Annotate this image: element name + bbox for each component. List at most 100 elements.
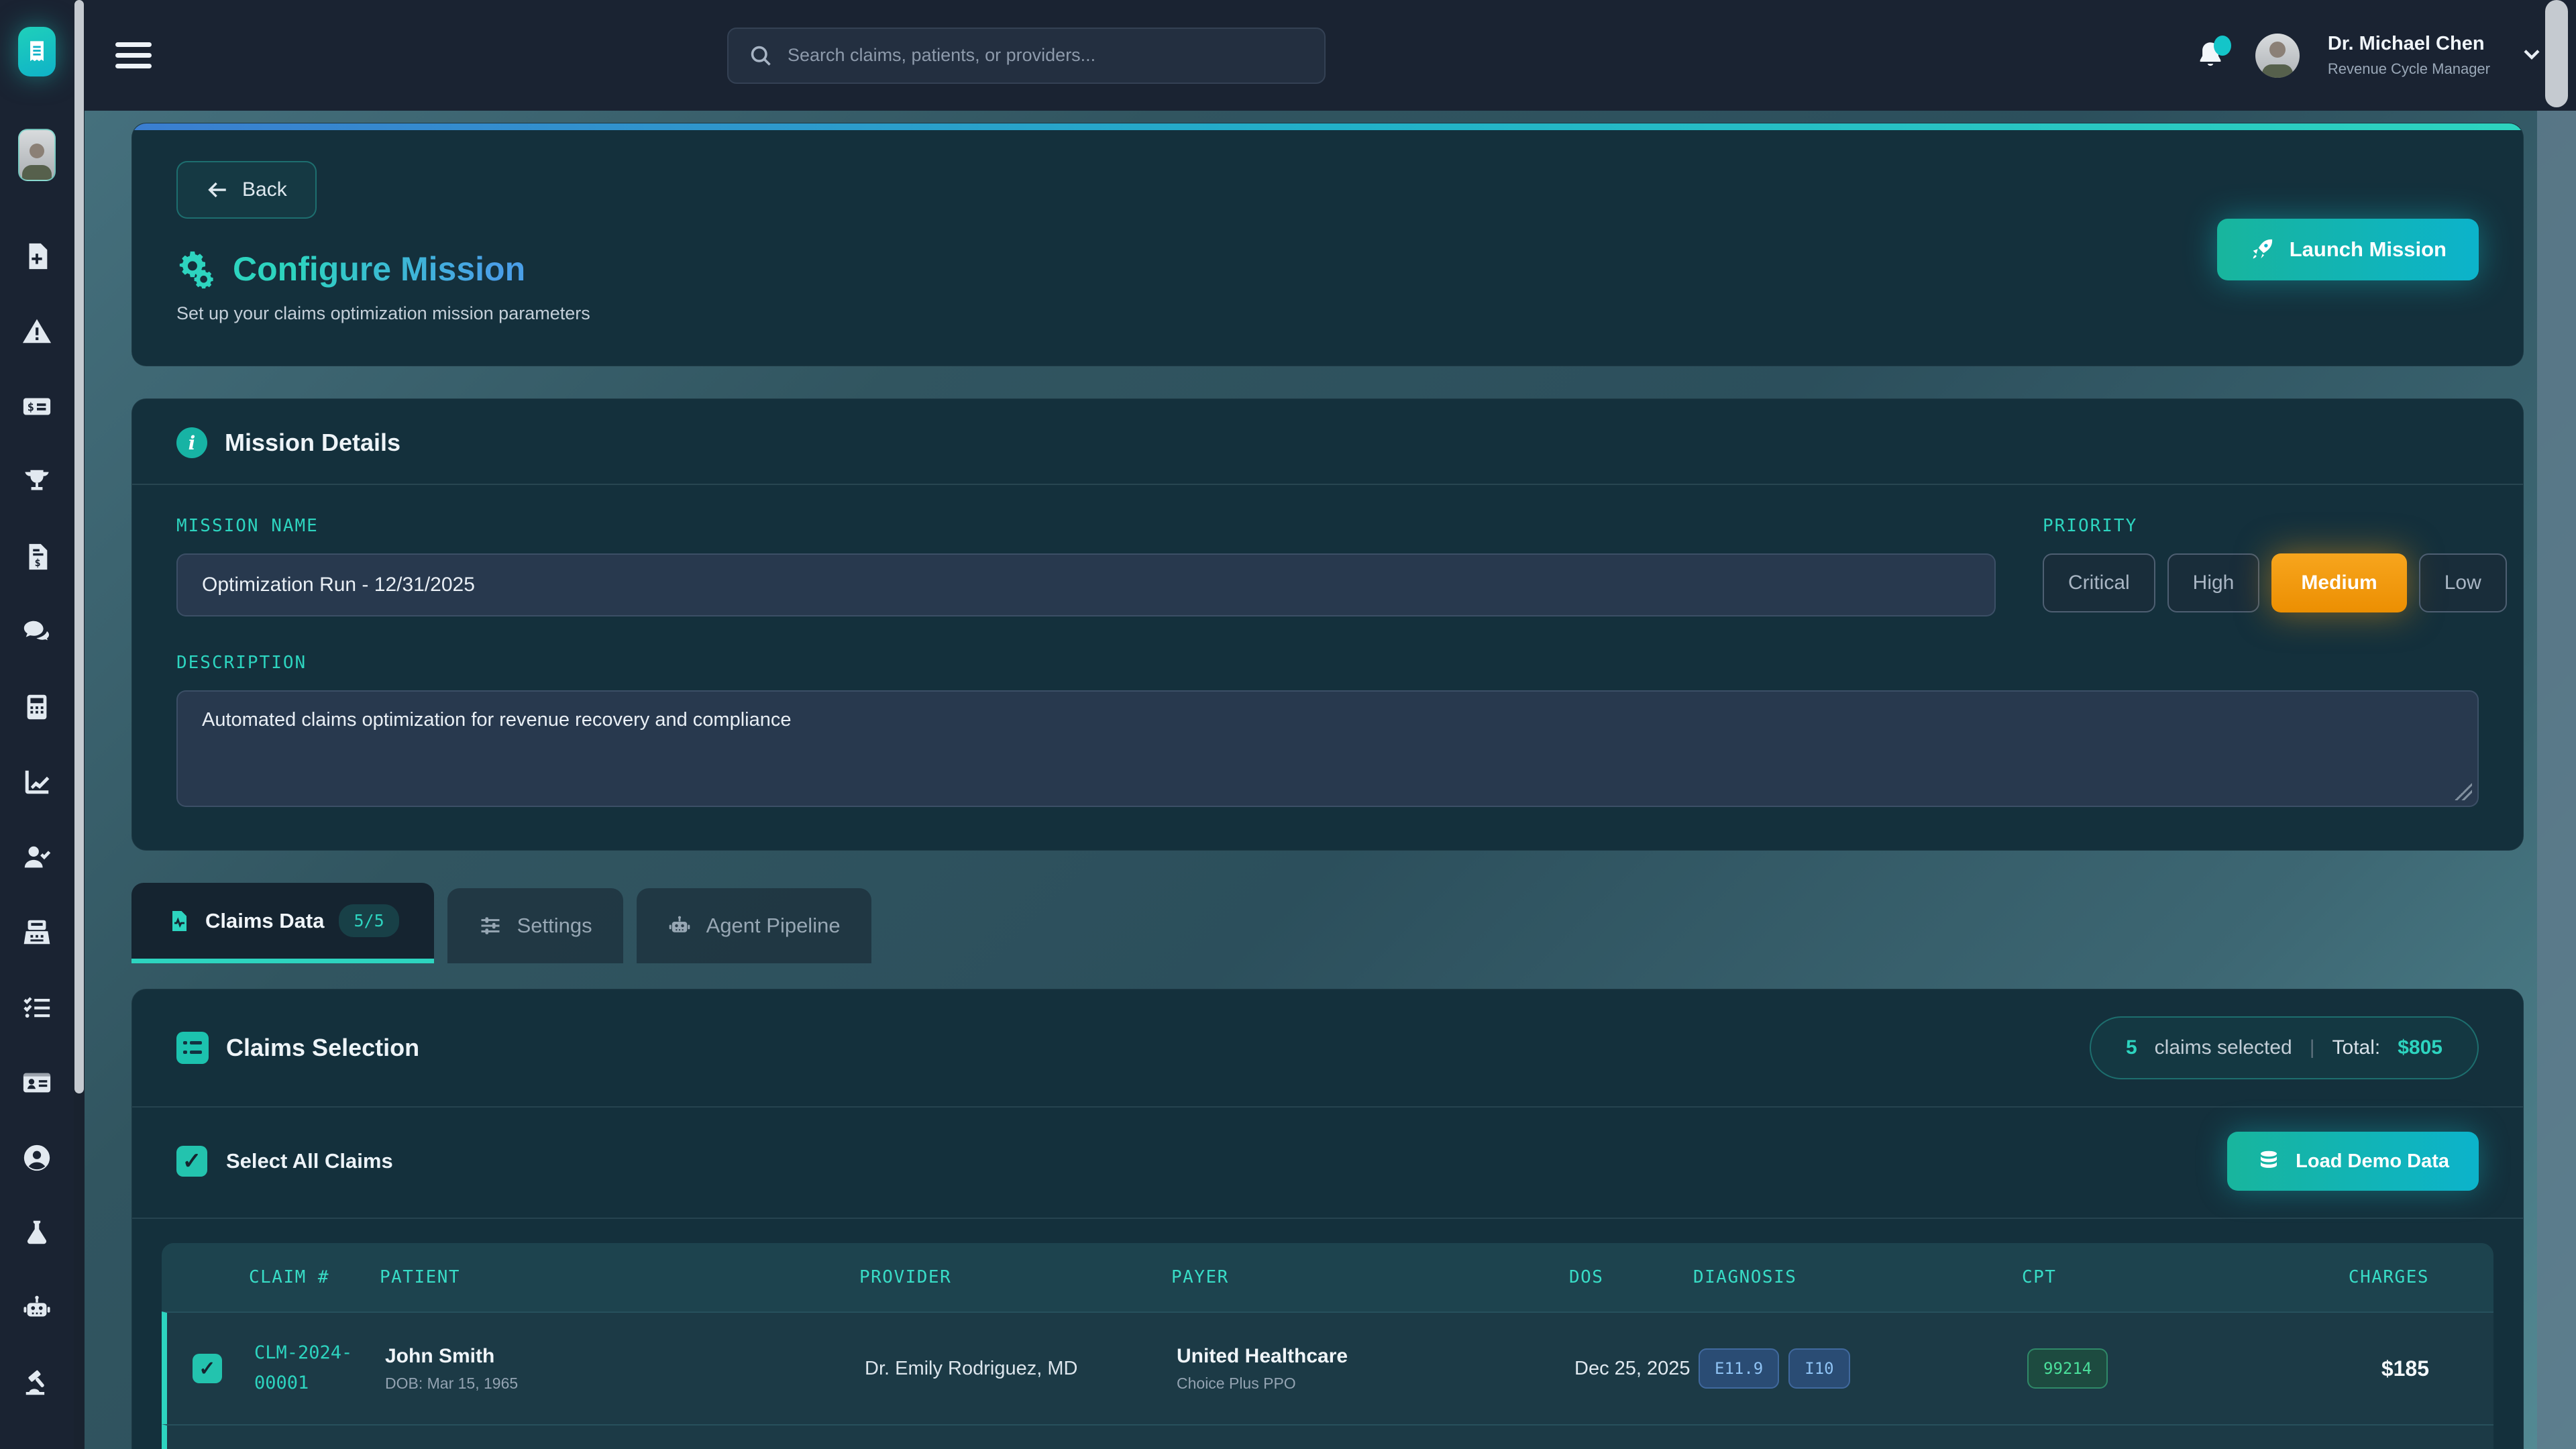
priority-critical-button[interactable]: Critical [2043,553,2155,612]
tab-agent-pipeline[interactable]: Agent Pipeline [637,888,871,963]
gears-icon [176,250,215,288]
sidebar-item-invoices[interactable]: $ [21,541,53,573]
hamburger-menu-icon[interactable] [115,42,152,68]
date-of-service: Dec 25, 2025 [1574,1358,1699,1380]
tab-claims-data[interactable]: Claims Data 5/5 [131,883,434,963]
table-row[interactable]: ✓ CLM-2024- Sarah Johnson Dr. Emily Rodr… [162,1424,2493,1449]
priority-high-button[interactable]: High [2167,553,2260,612]
page-header-card: Back Configure Mission Set up your claim… [131,123,2524,366]
comments-icon [21,616,52,647]
sidebar-item-lab[interactable] [21,1217,53,1249]
col-payer: PAYER [1171,1267,1569,1287]
mission-details-header: i Mission Details [132,399,2523,485]
row-checkbox[interactable]: ✓ [193,1354,222,1383]
global-search[interactable] [727,28,1326,84]
mission-name-input[interactable] [176,553,1996,616]
claim-number[interactable]: CLM-2024-00001 [254,1338,368,1398]
page-subtitle: Set up your claims optimization mission … [176,303,2479,324]
mission-details-card: i Mission Details MISSION NAME PRIORITY … [131,398,2524,851]
priority-low-button[interactable]: Low [2419,553,2507,612]
tab-count-badge: 5/5 [339,904,398,937]
priority-field: PRIORITY Critical High Medium Low [2043,516,2479,616]
description-textarea[interactable]: Automated claims optimization for revenu… [176,690,2479,807]
notification-dot [2214,36,2231,56]
mission-details-title: Mission Details [225,429,400,457]
total-label: Total: [2332,1036,2381,1059]
col-provider: PROVIDER [859,1267,1171,1287]
select-all-checkbox[interactable]: ✓ [176,1146,207,1177]
user-avatar[interactable] [2255,34,2300,78]
diagnosis-chip: E11.9 [1699,1348,1779,1389]
tab-settings[interactable]: Settings [447,888,623,963]
total-value: $805 [2398,1036,2443,1059]
table-row[interactable]: ✓ CLM-2024-00001 John Smith DOB: Mar 15,… [162,1311,2493,1424]
page-scrollbar[interactable] [2537,0,2576,1449]
selected-text: claims selected [2155,1036,2292,1059]
payer-plan: Choice Plus PPO [1177,1375,1574,1393]
sidebar-item-eligibility[interactable] [21,841,53,873]
svg-text:$: $ [28,401,34,415]
robot-icon [667,914,692,938]
sidebar-scrollbar-thumb[interactable] [74,0,84,1093]
robot-icon [21,1293,52,1324]
tab-label: Settings [517,914,592,938]
sidebar-item-billing[interactable] [21,916,53,949]
selected-count: 5 [2126,1036,2137,1059]
notifications-button[interactable] [2195,38,2227,73]
resize-handle-icon[interactable] [2455,783,2472,800]
sidebar-user-avatar[interactable] [18,129,56,181]
avatar-silhouette [2262,64,2293,78]
back-button[interactable]: Back [176,161,317,219]
sidebar-item-alerts[interactable] [21,315,53,347]
user-meta[interactable]: Dr. Michael Chen Revenue Cycle Manager [2328,33,2490,78]
back-label: Back [242,178,287,201]
sidebar-item-calculator[interactable] [21,691,53,723]
sidebar-item-id-card[interactable] [21,1067,53,1099]
user-role: Revenue Cycle Manager [2328,60,2490,78]
launch-mission-button[interactable]: Launch Mission [2217,219,2479,280]
table-list-icon [176,1032,209,1064]
mission-name-field: MISSION NAME [176,516,1996,616]
svg-text:$: $ [35,557,41,569]
sidebar-item-analytics[interactable] [21,766,53,798]
cpt-chip: 99214 [2027,1348,2108,1389]
page-scrollbar-track[interactable] [2537,111,2576,1449]
sidebar-scrollbar[interactable] [74,0,85,1449]
sidebar-item-profile[interactable] [21,1142,53,1174]
app-logo[interactable] [18,27,56,76]
search-icon [749,44,773,68]
info-icon: i [176,427,207,458]
sidebar-item-messages[interactable] [21,616,53,648]
col-patient: PATIENT [380,1267,859,1287]
payer-name: United Healthcare [1177,1345,1574,1368]
sidebar-nav: $ $ [21,240,53,1399]
mission-details-body: MISSION NAME PRIORITY Critical High Medi… [132,485,2523,850]
claims-table-header: CLAIM # PATIENT PROVIDER PAYER DOS DIAGN… [162,1243,2493,1311]
sidebar-item-achievements[interactable] [21,466,53,498]
load-demo-data-button[interactable]: Load Demo Data [2227,1132,2479,1191]
user-name: Dr. Michael Chen [2328,33,2490,55]
sidebar-item-file-plus[interactable] [21,240,53,272]
file-waveform-icon [166,909,191,933]
sidebar-item-payments[interactable]: $ [21,390,53,423]
cash-register-icon [21,917,52,948]
chart-line-icon [21,767,52,798]
priority-options: Critical High Medium Low [2043,553,2479,612]
receipt-icon [25,37,48,66]
claims-selection-card: Claims Selection 5 claims selected | Tot… [131,989,2524,1449]
load-demo-label: Load Demo Data [2296,1150,2449,1173]
page-scrollbar-thumb[interactable] [2545,0,2568,107]
patient-name: John Smith [385,1345,865,1368]
search-input[interactable] [788,45,1304,66]
sidebar-item-tasks[interactable] [21,991,53,1024]
sidebar-item-agents[interactable] [21,1292,53,1324]
col-claim: CLAIM # [249,1267,380,1287]
sidebar-item-appeals[interactable] [21,1367,53,1399]
claims-selection-header: Claims Selection 5 claims selected | Tot… [132,989,2523,1108]
col-dos: DOS [1569,1267,1693,1287]
topbar-right: Dr. Michael Chen Revenue Cycle Manager [2195,33,2545,78]
col-charges: CHARGES [2344,1267,2493,1287]
file-plus-icon [21,241,52,272]
priority-medium-button[interactable]: Medium [2271,553,2406,612]
diagnosis-codes: E11.9 I10 [1699,1348,2027,1389]
